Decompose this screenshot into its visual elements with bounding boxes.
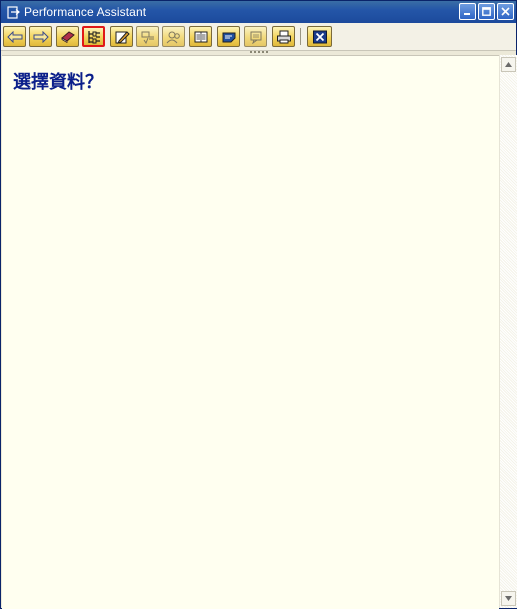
close-icon bbox=[501, 7, 510, 16]
messages-button[interactable] bbox=[244, 26, 267, 47]
users-button[interactable] bbox=[162, 26, 185, 47]
performance-assistant-window: Performance Assistant 選擇資料？ bbox=[0, 0, 517, 609]
note-icon bbox=[222, 32, 235, 42]
window-controls bbox=[459, 3, 514, 20]
close-x-icon bbox=[312, 30, 327, 43]
edit-button[interactable] bbox=[110, 26, 133, 47]
arrow-left-icon bbox=[6, 30, 22, 43]
glossary-button[interactable] bbox=[136, 26, 159, 47]
people-icon bbox=[166, 31, 180, 43]
content-heading: 選擇資料？ bbox=[13, 72, 103, 93]
book-icon bbox=[60, 31, 75, 43]
speech-bubble-icon bbox=[250, 31, 261, 44]
print-button[interactable] bbox=[272, 26, 295, 47]
technical-info-book-button[interactable] bbox=[56, 26, 79, 47]
minimize-icon bbox=[464, 13, 470, 15]
hierarchy-icon bbox=[87, 30, 100, 43]
toolbar-separator bbox=[300, 28, 301, 45]
printer-icon bbox=[276, 30, 291, 43]
maximize-button[interactable] bbox=[478, 3, 495, 20]
display-button[interactable] bbox=[189, 26, 212, 47]
minimize-button[interactable] bbox=[459, 3, 476, 20]
back-button[interactable] bbox=[3, 26, 26, 47]
scroll-up-button[interactable] bbox=[501, 57, 516, 72]
triangle-up-icon bbox=[505, 62, 512, 67]
title-bar[interactable]: Performance Assistant bbox=[1, 1, 516, 23]
forward-button[interactable] bbox=[29, 26, 52, 47]
splitter-grip[interactable] bbox=[249, 50, 269, 54]
window-title: Performance Assistant bbox=[24, 5, 147, 19]
arrow-right-icon bbox=[33, 30, 49, 43]
triangle-down-icon bbox=[505, 596, 512, 601]
book-open-icon bbox=[194, 31, 207, 42]
maximize-icon bbox=[482, 7, 491, 16]
content-area: 選擇資料？ bbox=[2, 55, 499, 609]
vertical-scrollbar[interactable] bbox=[499, 55, 517, 608]
toolbar bbox=[1, 23, 516, 51]
text-lines-icon bbox=[141, 31, 154, 44]
close-window-button[interactable] bbox=[497, 3, 514, 20]
close-button[interactable] bbox=[307, 26, 332, 47]
structure-button[interactable] bbox=[82, 26, 105, 47]
pencil-icon bbox=[115, 30, 130, 44]
scroll-down-button[interactable] bbox=[501, 591, 516, 606]
document-arrow-icon bbox=[6, 5, 20, 19]
comments-button[interactable] bbox=[217, 26, 240, 47]
